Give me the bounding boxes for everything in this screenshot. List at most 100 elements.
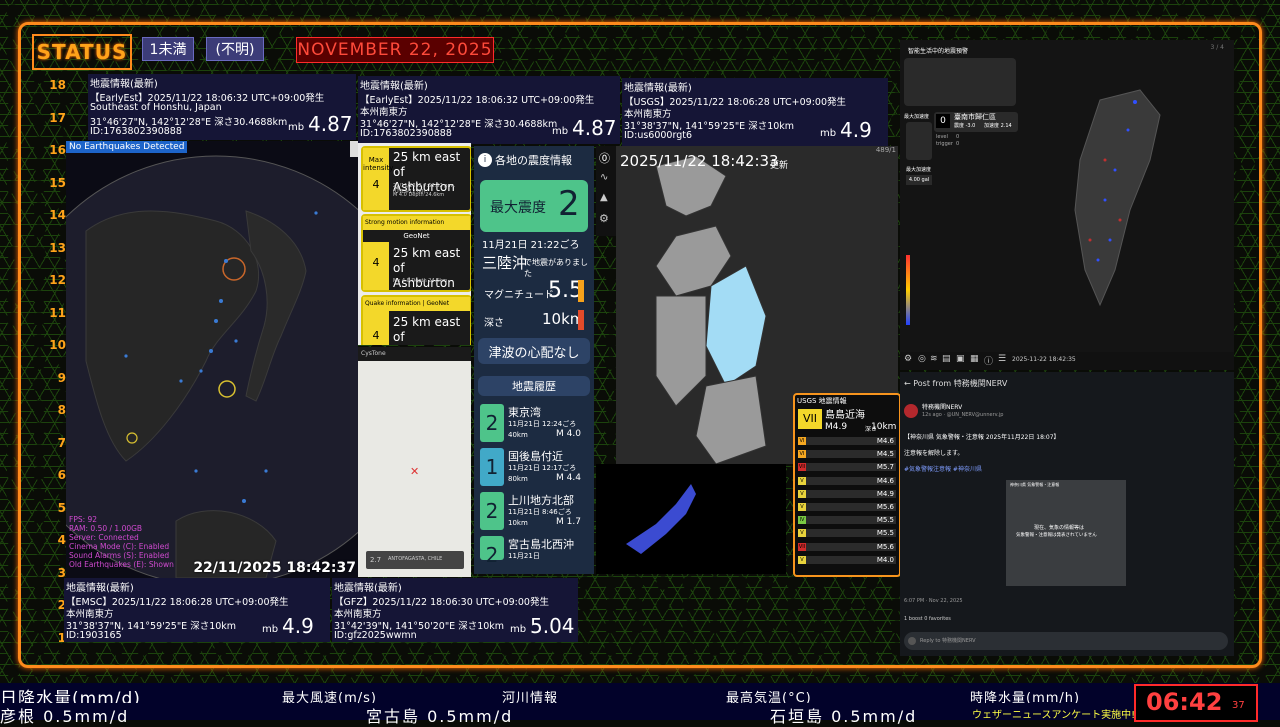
ticker-notice: ウェザーニュースアンケート実施中! <box>972 710 1136 721</box>
panel-header: 地震情報(最新) <box>334 583 402 594</box>
card-title: 25 km east of Ashburton <box>393 246 461 290</box>
info-icon[interactable]: ⓪ <box>599 150 610 166</box>
info-icon[interactable]: ⓘ <box>984 354 993 367</box>
usgs-row[interactable]: V M4.0 <box>798 555 896 564</box>
usgs-row[interactable]: V M4.6 <box>798 476 896 485</box>
taiwan-map <box>906 89 1161 325</box>
row-mag: M5.5 <box>876 516 894 525</box>
chart-icon[interactable]: ≋ <box>930 354 938 364</box>
jma-title-text: 各地の震度情報 <box>495 154 572 167</box>
post-image[interactable]: 神奈川県 気象警報・注意報 現在、気象の情報等は 気象警報・注意報は発表されてい… <box>1006 480 1126 586</box>
reply-input[interactable]: Reply to 特務機関NERV <box>904 632 1228 650</box>
date-banner: NOVEMBER 22, 2025 <box>296 37 494 63</box>
badge-label: Max intensity <box>363 156 394 172</box>
history-place: 上川地方北部 <box>508 494 574 507</box>
list-icon[interactable]: ☰ <box>998 354 1006 364</box>
scale-label: 11 <box>49 305 66 320</box>
mb-label: mb <box>552 126 569 137</box>
reply-placeholder: Reply to 特務機関NERV <box>920 638 976 644</box>
quake-time: 11月21日 21:22ごろ <box>482 240 580 251</box>
row-level: VI <box>798 450 806 459</box>
history-depth: 10km <box>508 519 528 527</box>
geonet-card[interactable]: Strong motion information GeoNet 4 25 km… <box>361 214 471 292</box>
id-line: ID:us6000rgt6 <box>624 130 693 141</box>
quake-place-suffix: で地震がありました <box>524 258 588 278</box>
history-mag: M 1.7 <box>556 517 581 527</box>
update-label: 更新 <box>770 161 789 171</box>
warning-icon[interactable]: ▲ <box>600 192 608 203</box>
nerv-post-panel[interactable]: ← Post from 特務機関NERV 特務機関NERV 12s ago · … <box>900 372 1234 656</box>
post-body-2: 注意報を解除します。 <box>904 450 964 457</box>
gear-icon[interactable]: ⚙ <box>904 354 912 364</box>
scale-label: 8 <box>57 403 66 417</box>
unknown-chip: (不明) <box>206 37 264 61</box>
scale-label: 4 <box>57 533 66 547</box>
history-mag: M 4.0 <box>556 429 581 439</box>
usgs-row[interactable]: IV M5.5 <box>798 516 896 525</box>
history-time: 11月21日 <box>508 552 540 560</box>
scale-label: 6 <box>57 468 66 482</box>
row-mag: M5.7 <box>876 463 894 472</box>
geonet-cards-panel[interactable]: Max intensity 4 25 km east of Ashburton 2… <box>358 143 471 345</box>
earthquake-info-panel: 地震情報(最新) 【EarlyEst】2025/11/22 18:06:32 UT… <box>88 74 356 140</box>
panel-header: 地震情報(最新) <box>624 83 692 94</box>
row-level: VI <box>798 437 806 445</box>
debug-line: FPS: 92 <box>69 515 98 524</box>
taiwan-toolbar: ⚙ ◎ ≋ ▤ ▣ ▦ ⓘ ☰ 2025-11-22 18:42:35 <box>900 352 1234 370</box>
usgs-mag: M4.9 <box>825 422 848 432</box>
scale-label: 10 <box>49 338 66 352</box>
grid-icon[interactable]: ▦ <box>970 354 979 364</box>
target-icon[interactable]: ◎ <box>918 354 926 364</box>
image-icon[interactable]: ▣ <box>956 354 965 364</box>
panel-header: 地震情報(最新) <box>360 81 428 92</box>
card-meta2: Mx 4.0 Depth 24.6km <box>393 278 448 284</box>
usgs-row[interactable]: V M5.6 <box>798 503 896 511</box>
mb-label: mb <box>288 122 305 133</box>
scale-label: 16 <box>49 143 66 157</box>
earthquake-info-panel: 地震情報(最新) 【USGS】2025/11/22 18:06:28 UTC+09… <box>622 78 888 146</box>
earthquake-info-panel: 地震情報(最新) 【EMSC】2025/11/22 18:06:28 UTC+09… <box>64 578 330 642</box>
clock-time: 06:42 <box>1146 688 1223 716</box>
usgs-row[interactable]: VI M4.5 <box>798 450 896 459</box>
badge-value: 4 <box>372 329 380 342</box>
jma-intensity-panel: i 各地の震度情報 最大震度 2 11月21日 21:22ごろ 三陸沖 で地震が… <box>474 146 594 574</box>
post-image-title: 神奈川県 気象警報・注意報 <box>1010 482 1060 487</box>
max-intensity-value: 2 <box>558 184 580 224</box>
small-map-header: CysTone <box>358 347 471 361</box>
mb-label: mb <box>510 624 527 635</box>
usgs-row[interactable]: VI M4.6 <box>798 437 896 445</box>
debug-line: Sound Alarms (S): Enabled <box>69 551 170 560</box>
history-intensity: 1 <box>480 448 504 486</box>
row-mag: M4.0 <box>876 555 894 564</box>
usgs-row[interactable]: VII M5.7 <box>798 463 896 472</box>
magnitude: 4.9 <box>282 614 314 638</box>
avatar[interactable] <box>904 404 918 418</box>
history-place: 東京湾 <box>508 406 541 419</box>
tsunami-banner: 津波の心配なし <box>478 338 590 364</box>
usgs-row[interactable]: V M4.9 <box>798 489 896 498</box>
taiwan-eew-panel[interactable]: 智能生活中的地震預警 3 / 4 最大加速度 0 臺南市歸仁區 震度 -3.0 … <box>900 40 1234 370</box>
scrollbar-handle[interactable] <box>350 141 358 157</box>
geonet-card[interactable]: Quake information | GeoNet 4 25 km east … <box>361 295 471 345</box>
globe-map-panel[interactable]: No Earthquakes Detected FPS: 92 RAM: 0.5… <box>66 141 358 578</box>
usgs-row[interactable]: V M5.5 <box>798 529 896 538</box>
row-level: VII <box>798 463 806 472</box>
geonet-card[interactable]: Max intensity 4 25 km east of Ashburton 2… <box>361 146 471 212</box>
usgs-row[interactable]: VII M5.6 <box>798 542 896 551</box>
row-level: V <box>798 555 806 564</box>
status-label: STATUS <box>32 34 132 70</box>
gear-icon[interactable]: ⚙ <box>599 212 609 225</box>
panel-header: 地震情報(最新) <box>90 79 158 90</box>
back-link[interactable]: ← Post from 特務機関NERV <box>904 378 1007 389</box>
layers-icon[interactable]: ▤ <box>942 354 951 364</box>
mb-label: mb <box>820 128 837 139</box>
epicenter-marker-icon: ✕ <box>410 465 420 478</box>
card-meta2: M 4.0 Depth 24.6km <box>393 192 445 198</box>
small-map-panel[interactable]: CysTone ✕ 2.7 ANTOFAGASTA, CHILE <box>358 347 471 577</box>
usgs-depth: 10km <box>871 422 897 432</box>
magnitude-label: マグニチュード <box>484 290 554 301</box>
max-intensity-label: 最大震度 <box>490 200 546 216</box>
account-name[interactable]: 特務機関NERV <box>922 402 962 411</box>
wave-icon[interactable]: ∿ <box>600 172 608 183</box>
post-tags[interactable]: #気象警報注意報 #神奈川県 <box>904 464 982 473</box>
